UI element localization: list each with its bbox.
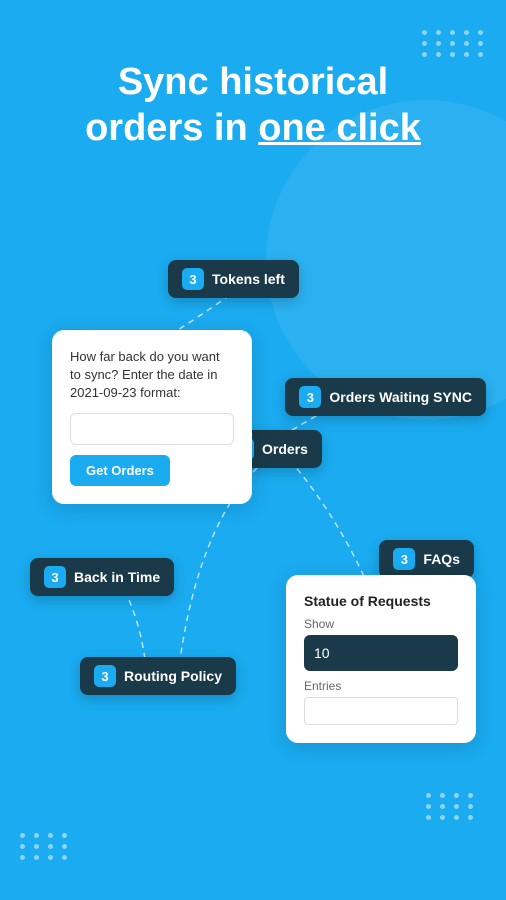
dots-top-right bbox=[422, 30, 486, 57]
dots-bottom-right bbox=[426, 793, 476, 820]
badge-routing-policy-num: 3 bbox=[94, 665, 116, 687]
card-orders-description: How far back do you want to sync? Enter … bbox=[70, 348, 234, 403]
badge-faqs-label: FAQs bbox=[423, 551, 460, 567]
badge-tokens-left-label: Tokens left bbox=[212, 271, 285, 287]
badge-back-in-time-num: 3 bbox=[44, 566, 66, 588]
badge-orders-waiting: 3 Orders Waiting SYNC bbox=[285, 378, 486, 416]
badge-faqs: 3 FAQs bbox=[379, 540, 474, 578]
get-orders-button[interactable]: Get Orders bbox=[70, 455, 170, 486]
hero-title-line1: Sync historical bbox=[118, 61, 388, 103]
badge-orders-label: Orders bbox=[262, 441, 308, 457]
card-status-entries-box bbox=[304, 697, 458, 725]
badge-routing-policy: 3 Routing Policy bbox=[80, 657, 236, 695]
hero-title-highlight: one click bbox=[258, 107, 421, 149]
card-status-requests: Statue of Requests Show 10 25 50 100 Ent… bbox=[286, 575, 476, 743]
badge-tokens-left: 3 Tokens left bbox=[168, 260, 299, 298]
badge-back-in-time-label: Back in Time bbox=[74, 569, 160, 585]
badge-back-in-time: 3 Back in Time bbox=[30, 558, 174, 596]
date-input[interactable] bbox=[70, 413, 234, 445]
card-status-select[interactable]: 10 25 50 100 bbox=[304, 635, 458, 671]
card-get-orders: How far back do you want to sync? Enter … bbox=[52, 330, 252, 504]
badge-orders-waiting-label: Orders Waiting SYNC bbox=[329, 389, 472, 405]
badge-routing-policy-label: Routing Policy bbox=[124, 668, 222, 684]
badge-tokens-left-num: 3 bbox=[182, 268, 204, 290]
hero-title-line2: orders in bbox=[85, 107, 258, 149]
badge-faqs-num: 3 bbox=[393, 548, 415, 570]
card-status-title: Statue of Requests bbox=[304, 593, 458, 609]
hero-title: Sync historical orders in one click bbox=[0, 60, 506, 151]
card-status-show-label: Show bbox=[304, 617, 458, 631]
dots-bottom-left bbox=[20, 833, 70, 860]
card-status-entries-label: Entries bbox=[304, 679, 458, 693]
badge-orders-waiting-num: 3 bbox=[299, 386, 321, 408]
